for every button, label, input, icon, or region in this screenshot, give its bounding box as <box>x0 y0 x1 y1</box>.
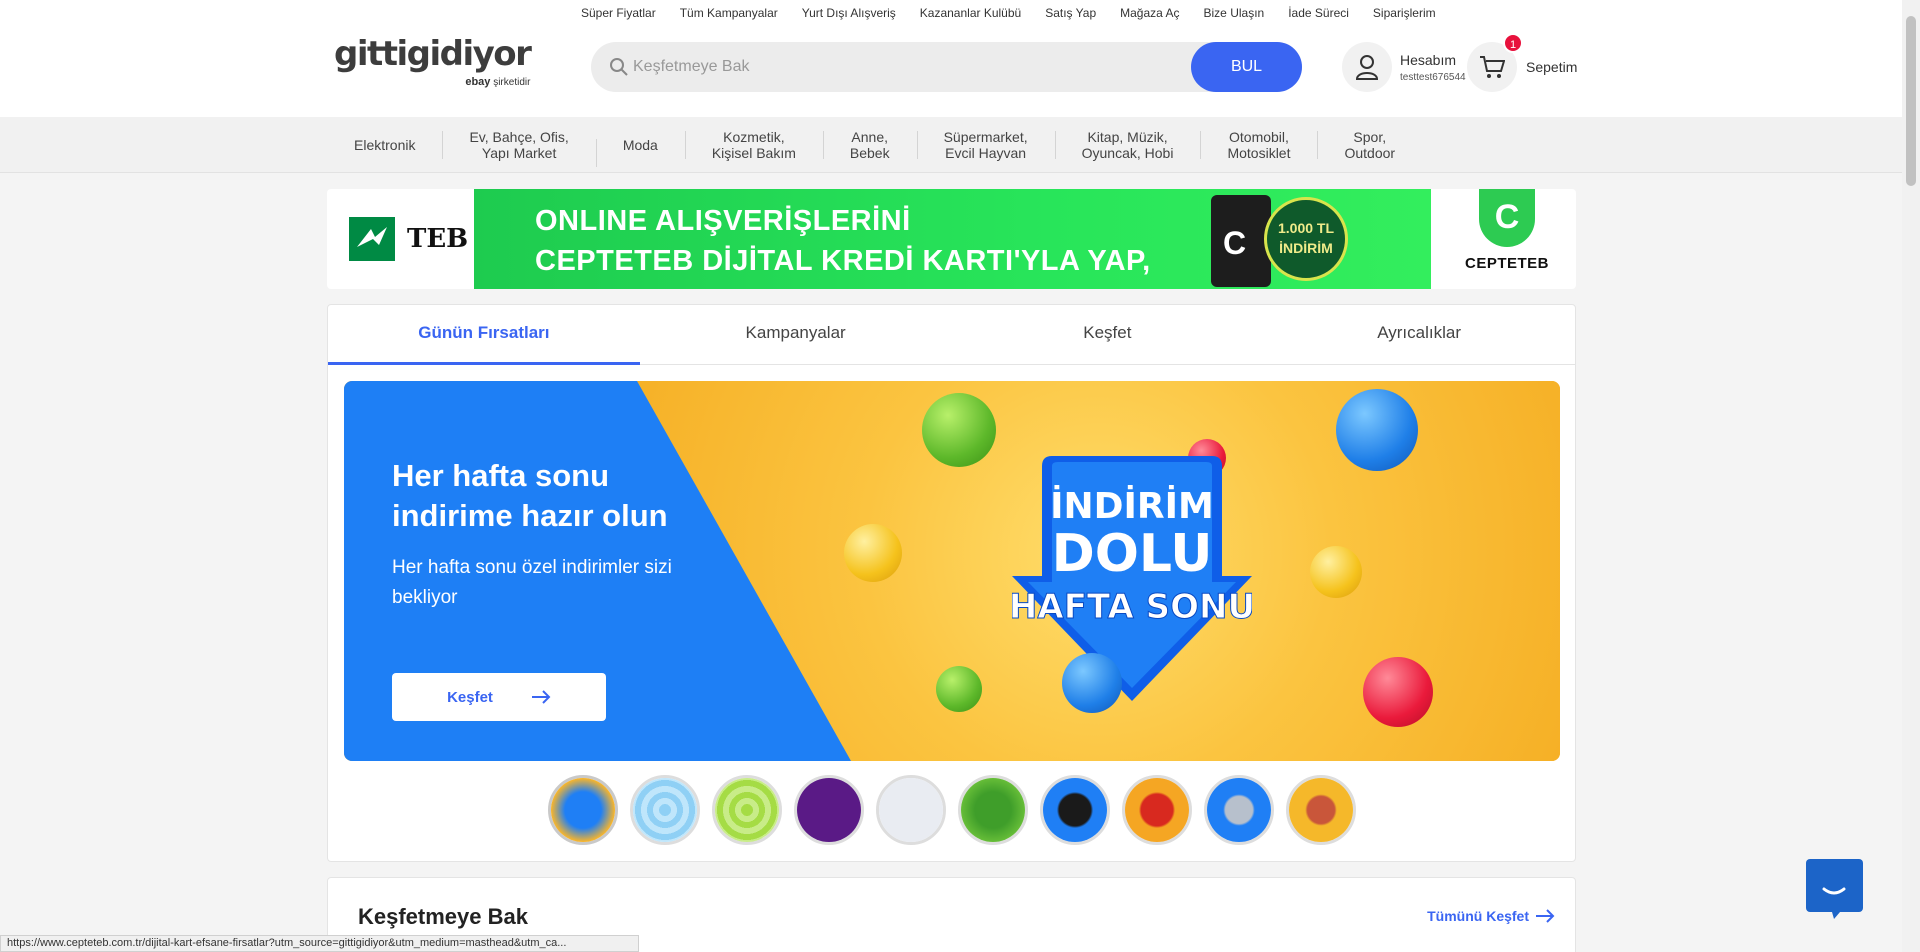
slide-thumbnails <box>548 775 1356 845</box>
category-elektronik[interactable]: Elektronik <box>327 137 442 153</box>
logo-sub: ebay şirketidir <box>465 76 531 88</box>
slide-thumbnail[interactable] <box>1122 775 1192 845</box>
search-icon <box>610 58 628 76</box>
top-link-bize-ulasin[interactable]: Bize Ulaşın <box>1204 6 1265 20</box>
top-link-siparislerim[interactable]: Siparişlerim <box>1373 6 1436 20</box>
site-header: Süper Fiyatlar Tüm Kampanyalar Yurt Dışı… <box>0 0 1902 117</box>
cart-label: Sepetim <box>1526 59 1578 75</box>
cart-icon: 1 <box>1467 33 1523 92</box>
ad-discount-badge: 1.000 TL İNDİRİM <box>1264 197 1348 281</box>
see-all-link[interactable]: Tümünü Keşfet <box>1427 908 1555 924</box>
tab-kesfet[interactable]: Keşfet <box>952 305 1264 364</box>
chat-widget-button[interactable] <box>1806 859 1863 919</box>
slide-thumbnail[interactable] <box>548 775 618 845</box>
top-link-super-fiyatlar[interactable]: Süper Fiyatlar <box>581 6 656 20</box>
slide-thumbnail[interactable] <box>958 775 1028 845</box>
deals-tabs: Günün Fırsatları Kampanyalar Keşfet Ayrı… <box>328 305 1575 365</box>
tab-kampanyalar[interactable]: Kampanyalar <box>640 305 952 364</box>
top-links: Süper Fiyatlar Tüm Kampanyalar Yurt Dışı… <box>581 6 1460 20</box>
slide-thumbnail[interactable] <box>876 775 946 845</box>
ad-line-1: ONLINE ALIŞVERİŞLERİNİ <box>535 205 911 237</box>
decor-ball <box>1062 653 1122 713</box>
discount-weekend-badge: İNDİRİM DOLU HAFTA SONU <box>1012 456 1252 701</box>
tab-ayricaliklar[interactable]: Ayrıcalıklar <box>1263 305 1575 364</box>
decor-ball <box>844 524 902 582</box>
search-button[interactable]: BUL <box>1191 42 1302 92</box>
svg-text:İNDİRİM: İNDİRİM <box>1050 485 1214 527</box>
decor-ball <box>1310 546 1362 598</box>
account-label: Hesabım <box>1400 51 1457 68</box>
ad-line-2: CEPTETEB DİJİTAL KREDİ KARTI'YLA YAP, <box>535 245 1151 277</box>
decor-ball <box>1363 657 1433 727</box>
site-logo[interactable]: gittigidiyor ebay şirketidir <box>334 34 532 88</box>
slide-thumbnail[interactable] <box>630 775 700 845</box>
top-link-tum-kampanyalar[interactable]: Tüm Kampanyalar <box>680 6 778 20</box>
top-link-kazananlar[interactable]: Kazananlar Kulübü <box>920 6 1021 20</box>
svg-text:DOLU: DOLU <box>1052 524 1213 584</box>
slide-thumbnail[interactable] <box>794 775 864 845</box>
hero-slide[interactable]: Her hafta sonu indirime hazır olun Her h… <box>344 381 1560 761</box>
slide-thumbnail[interactable] <box>1204 775 1274 845</box>
ad-banner[interactable]: TEB ONLINE ALIŞVERİŞLERİNİ CEPTETEB DİJİ… <box>327 189 1576 289</box>
decor-ball <box>1336 389 1418 471</box>
cart-count-badge: 1 <box>1503 33 1523 53</box>
deals-card: Günün Fırsatları Kampanyalar Keşfet Ayrı… <box>327 304 1576 862</box>
hero-subtitle: Her hafta sonu özel indirimler sizi bekl… <box>392 557 672 608</box>
category-anne-bebek[interactable]: Anne, Bebek <box>822 129 917 161</box>
top-link-yurt-disi[interactable]: Yurt Dışı Alışveriş <box>802 6 896 20</box>
category-otomobil[interactable]: Otomobil, Motosiklet <box>1200 129 1317 161</box>
logo-text: gittigidiyor <box>334 34 532 74</box>
top-link-iade-sureci[interactable]: İade Süreci <box>1288 6 1349 20</box>
tab-gunun-firsatlari[interactable]: Günün Fırsatları <box>328 305 640 365</box>
decor-ball <box>936 666 982 712</box>
top-link-satis-yap[interactable]: Satış Yap <box>1045 6 1096 20</box>
category-kitap[interactable]: Kitap, Müzik, Oyuncak, Hobi <box>1054 129 1201 161</box>
teb-logo: TEB <box>349 217 468 261</box>
slide-thumbnail[interactable] <box>712 775 782 845</box>
hero-title: Her hafta sonu indirime hazır olun <box>392 458 668 533</box>
category-nav: Elektronik Ev, Bahçe, Ofis, Yapı Market … <box>0 117 1902 173</box>
cart-button[interactable]: 1 Sepetim <box>1467 33 1578 92</box>
category-spor[interactable]: Spor, Outdoor <box>1317 129 1422 161</box>
browser-status-url: https://www.cepteteb.com.tr/dijital-kart… <box>0 935 639 952</box>
category-moda[interactable]: Moda <box>595 137 685 167</box>
account-menu[interactable]: Hesabım testtest676544 <box>1342 42 1466 92</box>
svg-text:HAFTA SONU: HAFTA SONU <box>1012 587 1252 627</box>
category-kozmetik[interactable]: Kozmetik, Kişisel Bakım <box>684 129 823 161</box>
credit-card-image: C <box>1211 195 1271 287</box>
user-icon <box>1342 42 1392 92</box>
cepteteb-logo: C CEPTETEB <box>1438 189 1576 289</box>
ad-green-panel: ONLINE ALIŞVERİŞLERİNİ CEPTETEB DİJİTAL … <box>474 189 1431 289</box>
category-supermarket[interactable]: Süpermarket, Evcil Hayvan <box>916 129 1055 161</box>
hero-discover-button[interactable]: Keşfet <box>392 673 606 721</box>
section-title: Keşfetmeye Bak <box>358 904 528 929</box>
top-link-magaza-ac[interactable]: Mağaza Aç <box>1120 6 1179 20</box>
slide-thumbnail[interactable] <box>1286 775 1356 845</box>
page-scrollbar[interactable] <box>1902 0 1920 952</box>
arrow-right-icon <box>1536 909 1555 923</box>
chat-icon <box>1822 887 1846 919</box>
arrow-right-icon <box>531 690 551 704</box>
account-username: testtest676544 <box>1400 71 1466 83</box>
slide-thumbnail[interactable] <box>1040 775 1110 845</box>
search-input[interactable] <box>633 42 1233 92</box>
decor-ball <box>922 393 996 467</box>
category-ev-bahce[interactable]: Ev, Bahçe, Ofis, Yapı Market <box>442 129 595 161</box>
